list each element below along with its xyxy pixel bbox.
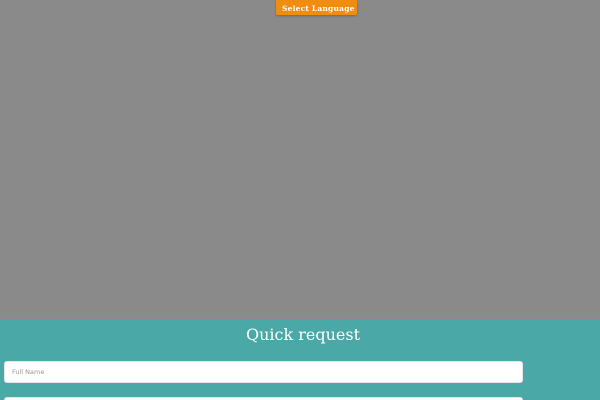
full-name-input[interactable]	[4, 361, 523, 383]
hero-area: Select Language	[0, 0, 600, 319]
quick-request-section: Quick request	[0, 319, 600, 400]
select-language-button[interactable]: Select Language	[276, 0, 357, 15]
page: Select Language Quick request	[0, 0, 600, 400]
quick-request-title: Quick request	[245, 325, 361, 344]
